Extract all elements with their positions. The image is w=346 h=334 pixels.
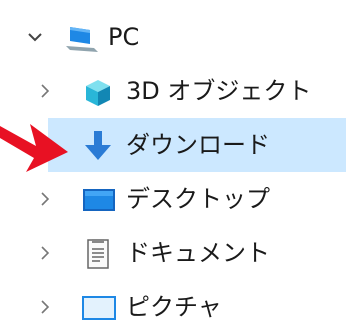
- tree-item-desktop[interactable]: デスクトップ: [0, 172, 346, 226]
- desktop-icon: [82, 187, 116, 213]
- tree-item-label: 3D オブジェクト: [126, 77, 312, 105]
- tree-item-documents[interactable]: ドキュメント: [0, 226, 346, 280]
- chevron-right-icon[interactable]: [30, 292, 60, 322]
- tree-item-pictures[interactable]: ピクチャ: [0, 280, 346, 334]
- chevron-right-icon[interactable]: [30, 76, 60, 106]
- navigation-tree: PC 3D オブジェクト ダウンロード デスクトップ ドキュメント ピクチャ: [0, 0, 346, 321]
- chevron-right-icon[interactable]: [30, 184, 60, 214]
- tree-item-3d-objects[interactable]: 3D オブジェクト: [0, 64, 346, 118]
- document-icon: [84, 238, 112, 270]
- tree-item-label: デスクトップ: [126, 185, 270, 213]
- chevron-down-icon[interactable]: [20, 22, 50, 52]
- download-arrow-icon: [82, 129, 114, 163]
- tree-item-pc[interactable]: PC: [0, 10, 346, 64]
- tree-item-label: ピクチャ: [126, 293, 222, 321]
- chevron-right-icon[interactable]: [30, 238, 60, 268]
- 3d-objects-icon: [82, 77, 114, 109]
- pictures-icon: [82, 295, 116, 321]
- pc-monitor-icon: [64, 24, 102, 54]
- tree-item-label: ドキュメント: [126, 239, 270, 267]
- tree-item-label: PC: [108, 23, 140, 51]
- tree-item-downloads[interactable]: ダウンロード: [48, 118, 346, 172]
- tree-item-label: ダウンロード: [126, 131, 270, 159]
